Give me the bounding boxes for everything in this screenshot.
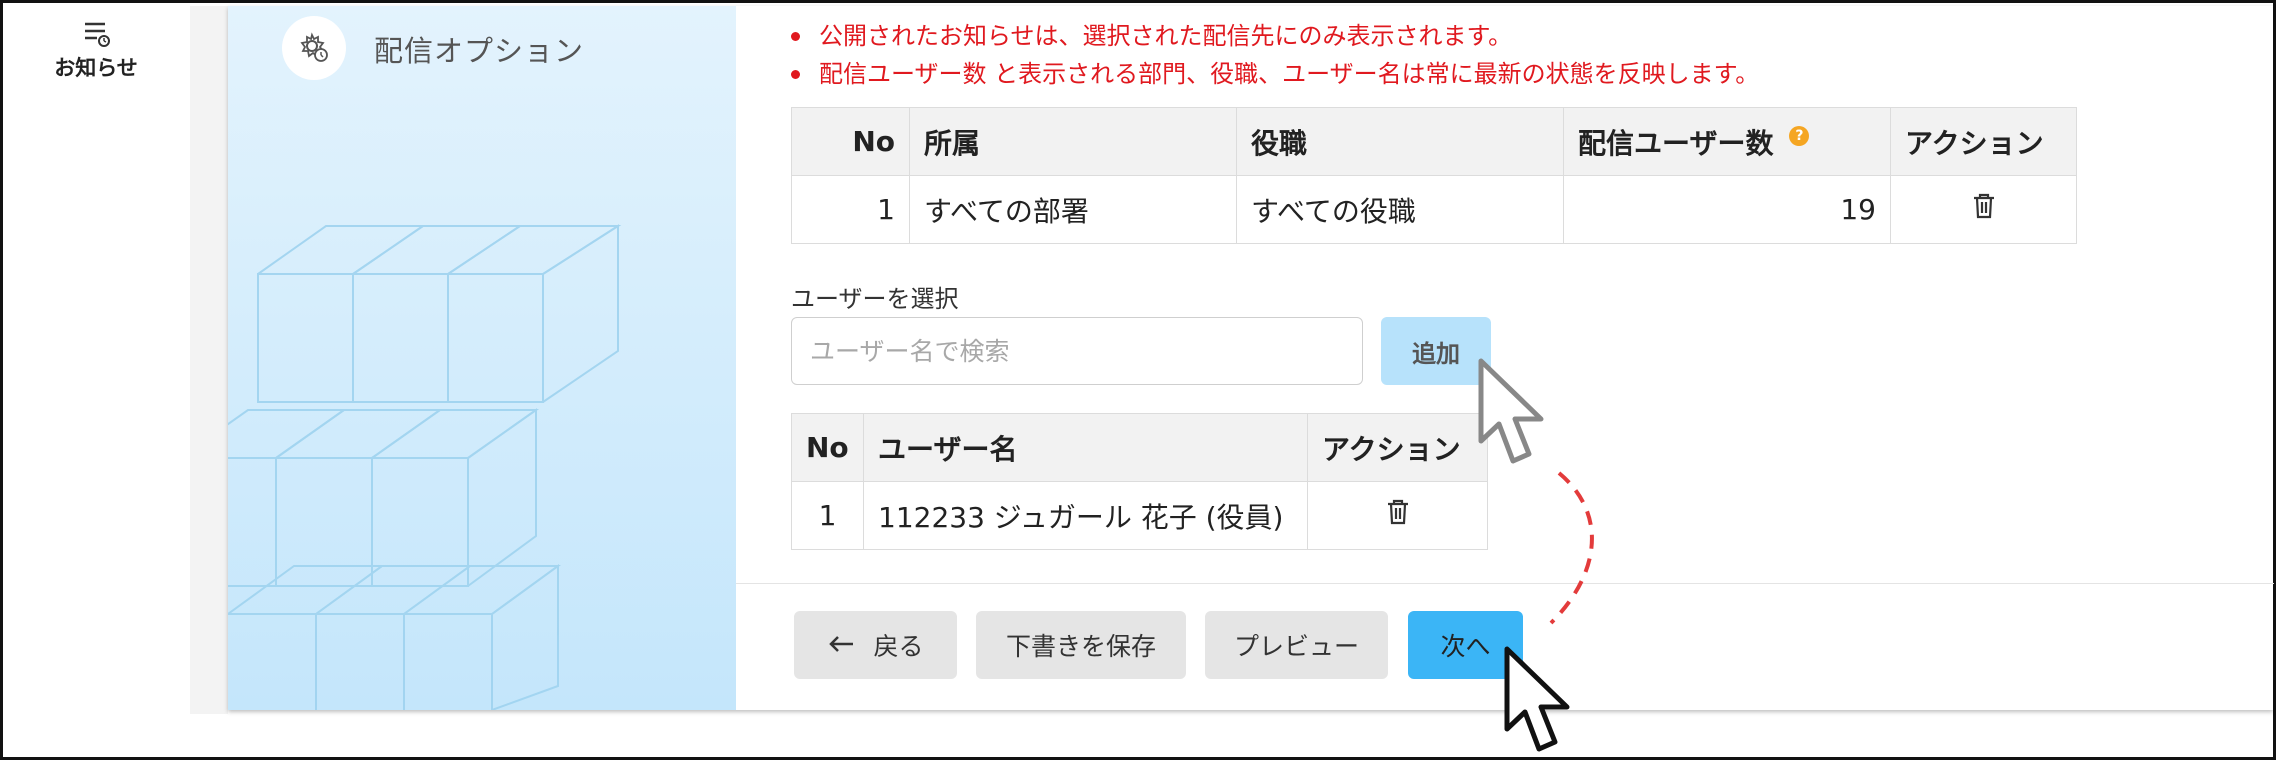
col-header-no: No [791,107,910,176]
step-title: 配信オプション [374,34,585,68]
col-header-user-name: ユーザー名 [863,413,1308,482]
step-side-panel: 配信オプション [228,6,736,710]
nav-item-notice[interactable]: お知らせ [36,20,156,82]
cell-user-count: 19 [1563,175,1891,244]
note-item: 配信ユーザー数 と表示される部門、役職、ユーザー名は常に最新の状態を反映します。 [791,55,1759,93]
table-header-row: No ユーザー名 アクション [791,413,1488,482]
bullet-icon [791,70,800,79]
back-button-label: 戻る [873,632,924,661]
trash-icon[interactable] [1385,499,1411,533]
distribution-table: No 所属 役職 配信ユーザー数? アクション 1 すべての部署 すべての役職 … [791,107,2077,244]
nav-item-notice-label: お知らせ [54,56,138,80]
notice-list-icon [81,20,111,48]
help-icon[interactable]: ? [1789,125,1810,146]
user-select-label: ユーザーを選択 [791,285,959,313]
col-header-position: 役職 [1236,107,1564,176]
cell-action [1890,175,2077,244]
cell-department: すべての部署 [909,175,1237,244]
col-header-department: 所属 [909,107,1237,176]
col-header-user-count-label: 配信ユーザー数 [1578,126,1774,160]
table-header-row: No 所属 役職 配信ユーザー数? アクション [791,107,2077,176]
note-text: 公開されたお知らせは、選択された配信先にのみ表示されます。 [819,22,1513,50]
next-button[interactable]: 次へ [1408,611,1523,679]
settings-gear-icon [282,16,346,80]
cell-no: 1 [791,175,910,244]
col-header-no: No [791,413,864,482]
note-item: 公開されたお知らせは、選択された配信先にのみ表示されます。 [791,17,1759,55]
col-header-action: アクション [1890,107,2077,176]
cell-user-name: 112233 ジュガール 花子 (役員) [863,481,1308,550]
back-button[interactable]: 戻る [794,611,957,679]
user-table: No ユーザー名 アクション 1 112233 ジュガール 花子 (役員) [791,413,1488,550]
preview-button[interactable]: プレビュー [1205,611,1388,679]
bullet-icon [791,32,800,41]
cell-no: 1 [791,481,864,550]
note-text: 配信ユーザー数 と表示される部門、役職、ユーザー名は常に最新の状態を反映します。 [819,60,1760,88]
trash-icon[interactable] [1971,193,1997,227]
table-row: 1 すべての部署 すべての役職 19 [791,175,2077,244]
table-row: 1 112233 ジュガール 花子 (役員) [791,481,1488,550]
col-header-action: アクション [1307,413,1488,482]
cell-action [1307,481,1488,550]
user-search-input[interactable] [791,317,1363,385]
save-draft-button[interactable]: 下書きを保存 [976,611,1186,679]
col-header-user-count: 配信ユーザー数? [1563,107,1891,176]
nav-rail-gutter [190,6,228,714]
cube-illustration [228,224,622,710]
footer-divider [736,583,2274,584]
notes-list: 公開されたお知らせは、選択された配信先にのみ表示されます。 配信ユーザー数 と表… [791,17,1759,93]
nav-rail: お知らせ [6,6,190,714]
screenshot-frame: お知らせ 配信オプション 公開されたお知らせは、選択された配信先にのみ表示されま… [0,0,2276,760]
add-user-button[interactable]: 追加 [1381,317,1491,385]
arrow-left-icon [827,631,855,660]
cell-position: すべての役職 [1236,175,1564,244]
